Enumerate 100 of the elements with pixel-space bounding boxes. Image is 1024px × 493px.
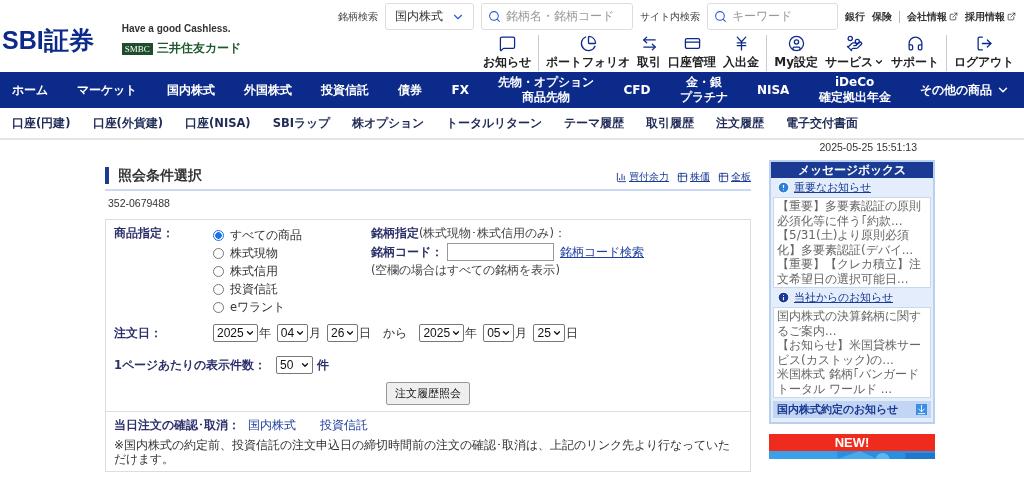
top-link[interactable]: 採用情報: [965, 9, 1016, 24]
section-link[interactable]: 当社からのお知らせ: [794, 290, 893, 305]
nav-item[interactable]: 投資信託: [321, 82, 369, 98]
search-icon: [488, 10, 501, 23]
nav-item[interactable]: NISA: [756, 82, 790, 98]
nav-item[interactable]: 金・銀 プラチナ: [679, 75, 728, 105]
new-banner[interactable]: NEW!: [769, 434, 935, 451]
select-field[interactable]: 04: [276, 324, 309, 342]
code-search-link[interactable]: 銘柄コード検索: [560, 244, 644, 260]
menu-item[interactable]: サービス: [825, 34, 884, 71]
unit-text: 月: [309, 325, 322, 341]
logo[interactable]: SBI証券: [2, 23, 94, 57]
message-item[interactable]: 【お知らせ】米国貸株サービス(カストック)の...: [777, 338, 927, 367]
chevron-down-icon: [874, 57, 884, 67]
message-icon: [498, 34, 516, 52]
menu-item[interactable]: 口座管理: [668, 34, 717, 71]
page-link[interactable]: 買付余力: [616, 170, 669, 184]
code-input[interactable]: [447, 243, 554, 261]
chevron-down-icon: [300, 360, 310, 370]
nav-item[interactable]: FX: [451, 82, 469, 98]
subnav-item[interactable]: 取引履歴: [645, 115, 694, 131]
today-link[interactable]: 投資信託: [320, 418, 368, 433]
radio-option[interactable]: 株式現物: [213, 244, 371, 262]
top-link[interactable]: 会社情報: [907, 9, 958, 24]
message-item[interactable]: 【5/31(土)より原則必須化】多要素認証(デバイ...: [777, 228, 927, 257]
chevron-down-icon: [244, 328, 255, 338]
menu-item[interactable]: お知らせ: [483, 34, 532, 71]
radio-option[interactable]: 株式信用: [213, 262, 371, 280]
nav-item[interactable]: 先物・オプション 商品先物: [498, 75, 595, 105]
chevron-down-icon: [551, 328, 562, 338]
select-field[interactable]: 26: [327, 324, 359, 342]
radio-option[interactable]: eワラント: [213, 298, 371, 316]
subnav-item[interactable]: トータルリターン: [445, 115, 542, 131]
timestamp: 2025-05-25 15:51:13: [818, 141, 917, 155]
subnav-item[interactable]: 注文履歴: [715, 115, 764, 131]
page-link[interactable]: 全板: [718, 170, 751, 184]
today-link[interactable]: 国内株式: [248, 418, 296, 433]
hand-icon: [846, 34, 863, 52]
unit-text: 件: [317, 357, 329, 373]
subnav-item[interactable]: 口座(外貨建): [92, 115, 164, 131]
message-box-title: メッセージボックス: [771, 162, 933, 178]
radio-option[interactable]: 投資信託: [213, 280, 371, 298]
subnav-item[interactable]: 株オプション: [351, 115, 424, 131]
nav-item[interactable]: その他の商品: [919, 82, 1010, 98]
message-item[interactable]: 国内株式の決算銘柄に関するご案内...: [777, 309, 927, 338]
page-title: 照会条件選択: [105, 167, 202, 184]
note-text: ※国内株式の約定前、投資信託の注文申込日の締切時間前の注文の確認･取消は、上記のリンク先より行なっていただけます。: [114, 438, 732, 466]
message-item[interactable]: 【重要】【クレカ積立】注文希望日の選択可能日...: [777, 257, 927, 286]
subnav-item[interactable]: 電子交付書面: [785, 115, 858, 131]
section-link[interactable]: 重要なお知らせ: [794, 180, 871, 195]
nav-item[interactable]: 国内株式: [166, 82, 215, 98]
menu-item[interactable]: 入出金: [723, 34, 760, 71]
pie-chart-icon: [579, 34, 597, 52]
select-field[interactable]: 05: [483, 324, 515, 342]
top-link[interactable]: 保険: [872, 9, 892, 24]
subnav-item[interactable]: SBIラップ: [272, 115, 330, 131]
card-logo: SMBC: [121, 42, 153, 55]
select-field[interactable]: 50: [276, 356, 313, 374]
card-name: 三井住友カード: [156, 40, 241, 57]
radio-option[interactable]: すべての商品: [213, 226, 371, 244]
page-link[interactable]: 株価: [677, 170, 710, 184]
search-label: 銘柄検索: [338, 9, 378, 24]
field-label: 1ページあたりの表示件数：: [114, 357, 267, 373]
tagline: Have a good Cashless.: [121, 23, 232, 34]
chevron-down-icon: [295, 328, 306, 338]
nav-item[interactable]: ホーム: [12, 82, 48, 98]
select-field[interactable]: 2025: [419, 324, 465, 342]
table-icon: [718, 171, 729, 183]
message-item[interactable]: 米国株式 銘柄｢バンガードトータル ワールド ...: [777, 367, 927, 396]
menu-item[interactable]: ログアウト: [954, 34, 1014, 71]
chevron-down-icon: [501, 328, 512, 338]
notice-bar[interactable]: 国内株式約定のお知らせ: [773, 401, 931, 418]
nav-item[interactable]: CFD: [623, 82, 651, 98]
menu-item[interactable]: My設定: [774, 34, 818, 71]
unit-text: 日: [359, 325, 372, 341]
chevron-down-icon: [451, 328, 462, 338]
subnav-item[interactable]: 口座(NISA): [185, 115, 251, 131]
subnav-item[interactable]: 口座(円建): [12, 115, 71, 131]
market-select[interactable]: 国内株式: [385, 3, 474, 30]
external-link-icon: [1007, 12, 1016, 21]
hint-text: (空欄の場合はすべての銘柄を表示): [371, 263, 561, 278]
nav-item[interactable]: iDeCo 確定拠出年金: [818, 75, 891, 105]
unit-text: 年: [465, 325, 478, 341]
unit-text: 月: [515, 325, 528, 341]
chevron-down-icon: [345, 328, 356, 338]
nav-item[interactable]: マーケット: [77, 82, 138, 98]
menu-item[interactable]: サポート: [891, 34, 939, 71]
nav-item[interactable]: 債券: [398, 82, 423, 98]
select-field[interactable]: 2025: [213, 324, 258, 342]
menu-item[interactable]: 取引: [637, 34, 662, 71]
select-field[interactable]: 25: [533, 324, 565, 342]
field-label: 当日注文の確認･取消：: [114, 418, 234, 433]
menu-item[interactable]: ポートフォリオ: [546, 34, 631, 71]
subnav-item[interactable]: テーマ履歴: [563, 115, 624, 131]
submit-button[interactable]: 注文履歴照会: [386, 382, 470, 405]
range-text: から: [383, 325, 408, 341]
top-link[interactable]: 銀行: [845, 9, 865, 24]
nav-item[interactable]: 外国株式: [243, 82, 292, 98]
account-number: 352-0679488: [107, 196, 171, 209]
message-item[interactable]: 【重要】多要素認証の原則必須化等に伴う｢約款...: [777, 199, 927, 228]
